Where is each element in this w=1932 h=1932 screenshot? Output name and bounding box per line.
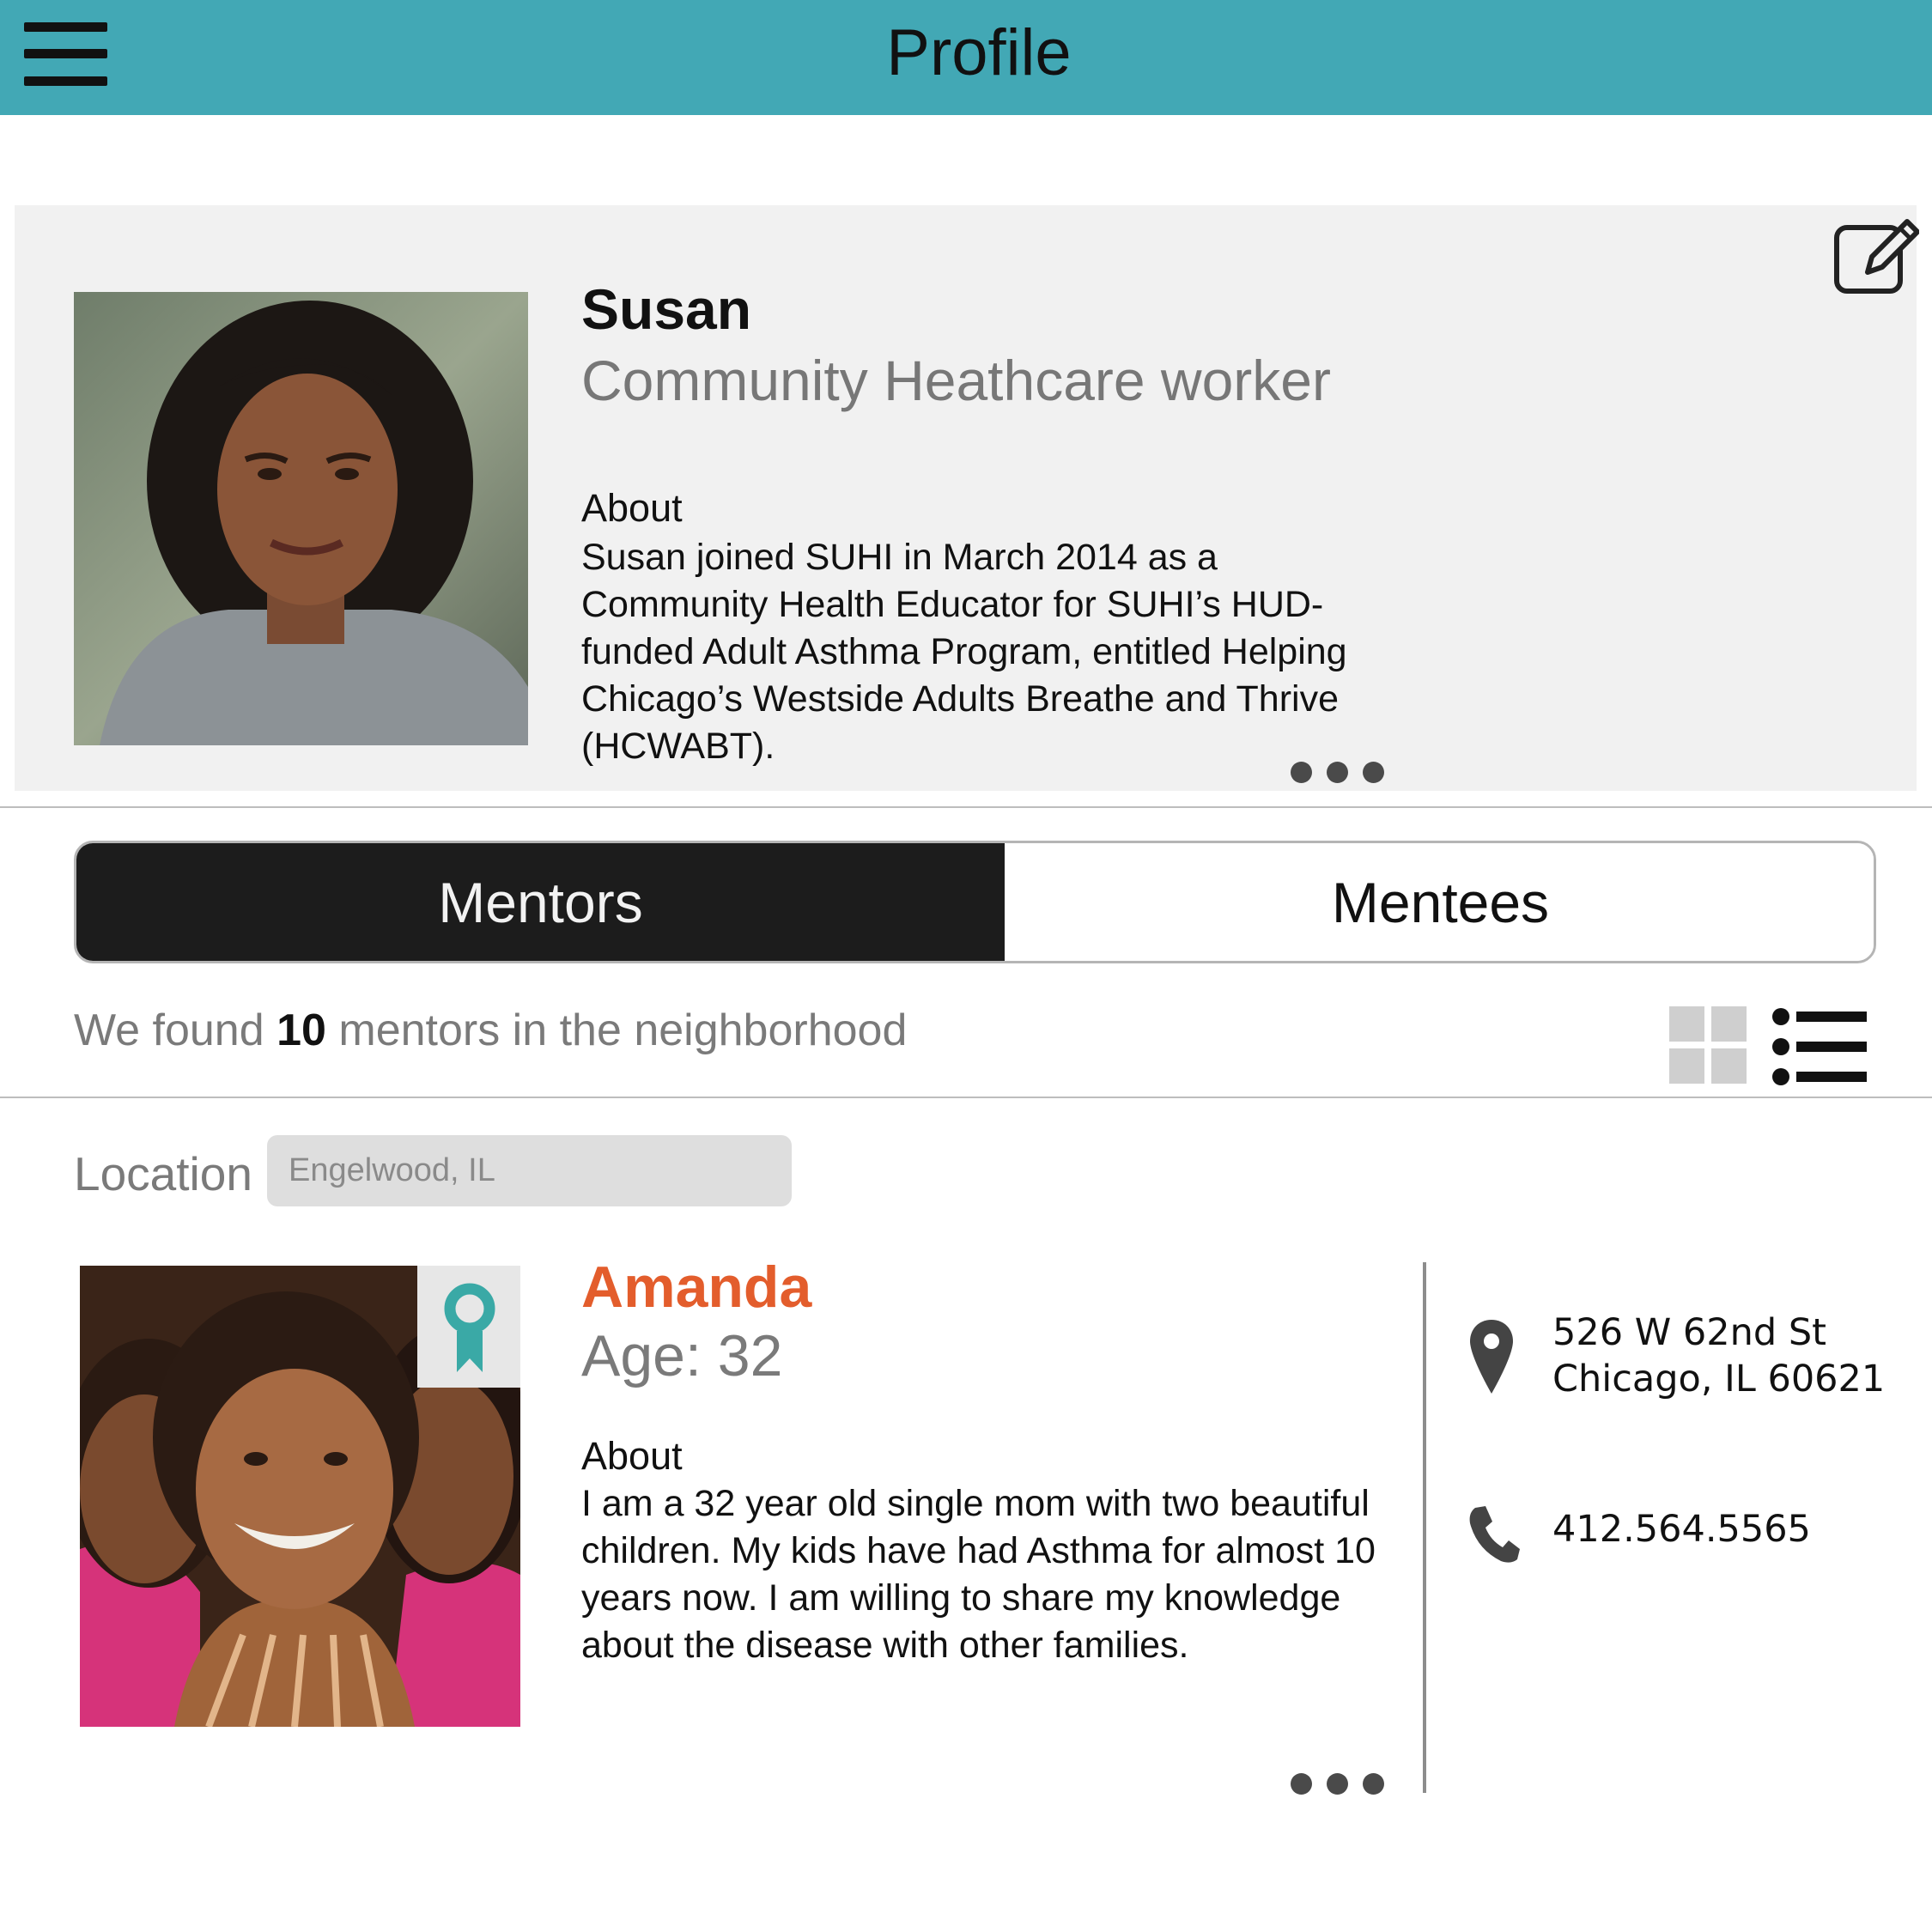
- about-heading: About: [581, 486, 683, 530]
- edit-icon[interactable]: [1833, 212, 1919, 298]
- page-title: Profile: [886, 16, 1072, 89]
- mentor-phone[interactable]: 412.564.5565: [1552, 1508, 1811, 1551]
- grid-view-icon[interactable]: [1669, 1006, 1747, 1084]
- more-icon[interactable]: [1291, 1771, 1387, 1797]
- address-line2: Chicago, IL 60621: [1552, 1358, 1886, 1400]
- profile-name: Susan: [581, 277, 752, 341]
- list-view-icon[interactable]: [1772, 1008, 1867, 1085]
- mentor-about-heading: About: [581, 1434, 683, 1478]
- mentor-about-text: I am a 32 year old single mom with two b…: [581, 1483, 1376, 1666]
- mentor-name[interactable]: Amanda: [581, 1254, 811, 1321]
- tab-mentees[interactable]: Mentees: [1005, 843, 1874, 961]
- segmented-tabs: Mentors Mentees: [74, 841, 1876, 963]
- mentor-address[interactable]: 526 W 62nd St Chicago, IL 60621: [1552, 1309, 1885, 1402]
- about-text: Susan joined SUHI in March 2014 as a Com…: [581, 537, 1347, 767]
- results-suffix: mentors in the neighborhood: [325, 1005, 908, 1055]
- location-label: Location: [74, 1147, 252, 1200]
- vertical-divider: [1423, 1262, 1426, 1793]
- mentor-age: Age: 32: [581, 1323, 783, 1388]
- phone-icon: [1469, 1506, 1520, 1563]
- results-summary: We found 10 mentors in the neighborhood: [74, 1005, 907, 1056]
- divider: [0, 806, 1932, 808]
- more-icon[interactable]: [1291, 760, 1387, 786]
- divider: [0, 1097, 1932, 1098]
- award-ribbon-icon: [444, 1283, 495, 1372]
- profile-photo: [74, 292, 528, 745]
- results-count: 10: [276, 1005, 326, 1055]
- location-input[interactable]: [267, 1135, 792, 1206]
- profile-role: Community Heathcare worker: [581, 349, 1331, 412]
- address-line1: 526 W 62nd St: [1552, 1311, 1827, 1354]
- tab-mentors[interactable]: Mentors: [76, 843, 1005, 961]
- location-pin-icon: [1470, 1320, 1513, 1394]
- results-prefix: We found: [74, 1005, 277, 1055]
